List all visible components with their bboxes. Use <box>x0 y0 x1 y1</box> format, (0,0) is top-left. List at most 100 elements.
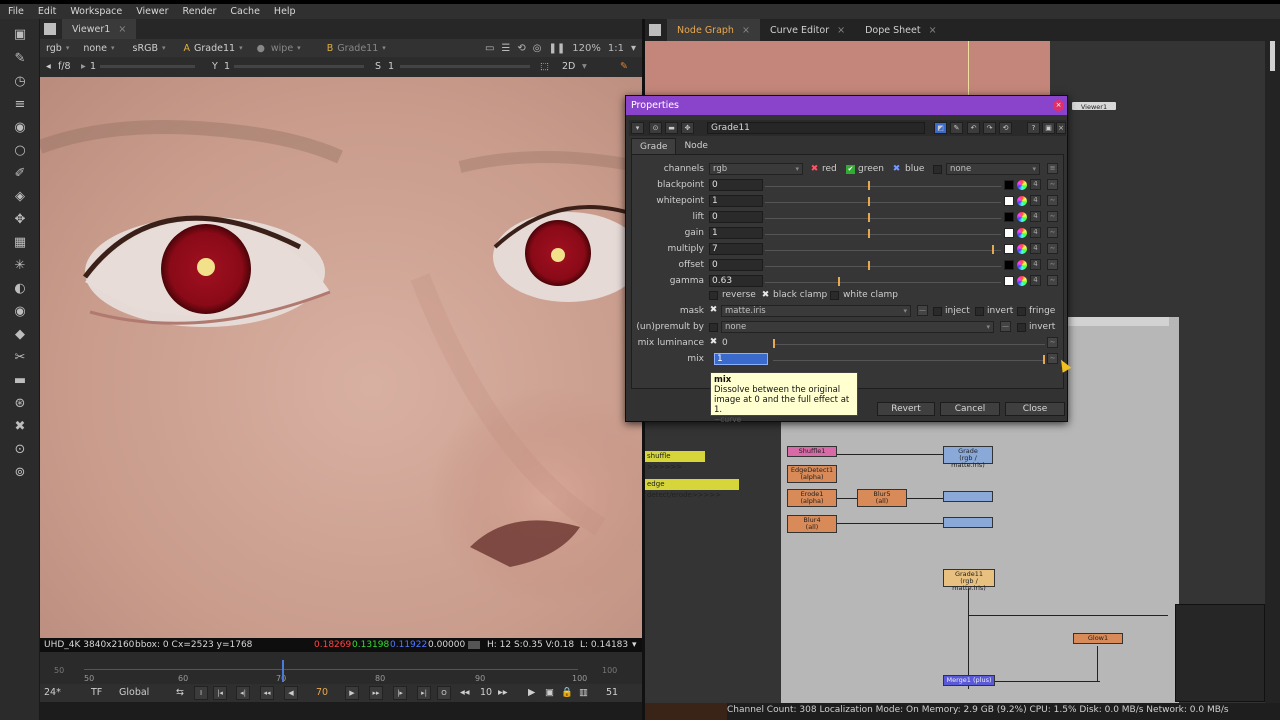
tab-dope-sheet[interactable]: Dope Sheet × <box>855 19 946 41</box>
slider-knob[interactable] <box>868 229 870 238</box>
cancel-button[interactable]: Cancel <box>940 402 1000 416</box>
prev-frame-icon[interactable]: ◂◂ <box>260 686 274 700</box>
unpremult-checkbox[interactable] <box>709 323 718 332</box>
shuffle1-node[interactable]: Shuffle1 <box>787 446 837 457</box>
step-forward-icon[interactable]: ▸▸ <box>498 687 508 698</box>
transform-tool-icon[interactable]: ✥ <box>12 212 28 228</box>
roi-icon[interactable]: ▭ <box>485 43 494 54</box>
knob-field[interactable]: 0 <box>709 259 763 271</box>
edge-sticky[interactable]: edge detect/erode>>>>> <box>645 479 739 499</box>
channels-select[interactable]: rgb ▾ <box>46 43 69 54</box>
menu-edit[interactable]: Edit <box>38 6 56 17</box>
tab-viewer1[interactable]: Viewer1 × <box>62 19 137 39</box>
step-back-icon[interactable]: ◂◂ <box>460 687 470 698</box>
menu-help[interactable]: Help <box>274 6 296 17</box>
color-wheel-icon[interactable] <box>1017 276 1027 286</box>
revert-button[interactable]: Revert <box>877 402 935 416</box>
merge1-node[interactable]: Merge1 (plus) <box>943 675 995 686</box>
saturation-field[interactable]: 1 <box>388 61 394 72</box>
color-wheel-icon[interactable] <box>1017 212 1027 222</box>
blue-checkbox[interactable]: ✖ <box>892 165 901 174</box>
knob-slider[interactable] <box>765 243 1001 255</box>
mix-luminance-value[interactable]: 0 <box>722 338 728 348</box>
close-icon[interactable]: × <box>742 25 750 36</box>
tf-select[interactable]: TF <box>91 687 102 698</box>
flipbook-icon[interactable]: ▶ <box>528 687 535 698</box>
blur4-node[interactable]: Blur4 (all) <box>787 515 837 533</box>
menu-cache[interactable]: Cache <box>230 6 260 17</box>
color-tool-icon[interactable]: ◉ <box>12 120 28 136</box>
close-icon[interactable]: × <box>929 25 937 36</box>
alpha-checkbox[interactable] <box>933 165 942 174</box>
color-swatch[interactable] <box>1004 212 1014 222</box>
edit-icon[interactable]: ✎ <box>950 122 963 134</box>
status-menu-icon[interactable]: ▾ <box>632 640 637 650</box>
knob-slider[interactable] <box>765 259 1001 271</box>
redo-icon[interactable]: ↷ <box>983 122 996 134</box>
animation-menu-icon[interactable]: ≡ <box>1047 163 1058 174</box>
paint-icon[interactable]: ✎ <box>620 61 628 72</box>
color-wheel-icon[interactable] <box>1017 196 1027 206</box>
backdrop-pink[interactable] <box>645 41 1050 97</box>
green-checkbox[interactable]: ✔ <box>846 165 855 174</box>
mix-field[interactable]: 1 <box>714 353 768 365</box>
mix-slider[interactable] <box>773 353 1045 365</box>
node-color-icon[interactable]: ◩ <box>934 122 947 134</box>
gain-field[interactable]: 1 <box>90 61 96 72</box>
channel-split-icon[interactable]: 4 <box>1030 259 1041 270</box>
slider-knob[interactable] <box>868 213 870 222</box>
color-wheel-icon[interactable] <box>1017 180 1027 190</box>
gain-slider[interactable] <box>100 65 195 68</box>
close-icon[interactable]: × <box>1056 122 1066 134</box>
knob-slider[interactable] <box>765 195 1001 207</box>
knob-field[interactable]: 0.63 <box>709 275 763 287</box>
undo-icon[interactable]: ↶ <box>967 122 980 134</box>
gamma-field[interactable]: 1 <box>224 61 230 72</box>
mix-luminance-checkbox[interactable]: ✖ <box>709 338 718 347</box>
channel-split-icon[interactable]: 4 <box>1030 243 1041 254</box>
mix-luminance-anim-icon[interactable]: ∼ <box>1047 337 1058 348</box>
timeline-track[interactable] <box>84 669 578 670</box>
channel-split-icon[interactable]: 4 <box>1030 195 1041 206</box>
float-icon[interactable]: ▣ <box>1042 122 1055 134</box>
color-swatch[interactable] <box>1004 228 1014 238</box>
color-swatch[interactable] <box>1004 196 1014 206</box>
timeline[interactable]: 50 50 60 70 80 90 100 100 <box>40 652 642 684</box>
range-select[interactable]: Global <box>119 687 149 698</box>
center-node-icon[interactable]: ⊙ <box>649 122 662 134</box>
grade11-node[interactable]: Grade11 (rgb / matte.iris) <box>943 569 995 592</box>
menu-file[interactable]: File <box>8 6 24 17</box>
cache-icon[interactable]: ▣ <box>545 687 554 698</box>
color-wheel-icon[interactable] <box>1017 228 1027 238</box>
grade-disabled-node-2[interactable] <box>943 517 993 528</box>
knob-slider[interactable] <box>765 211 1001 223</box>
fringe-checkbox[interactable] <box>1017 307 1026 316</box>
knob-anim-icon[interactable]: ∼ <box>1047 211 1058 222</box>
mask-checkbox[interactable]: ✖ <box>709 306 718 315</box>
tab-curve-editor[interactable]: Curve Editor × <box>760 19 855 41</box>
wipe-select[interactable]: ● wipe ▾ <box>257 43 301 54</box>
color-wheel-icon[interactable] <box>1017 244 1027 254</box>
zoom-select[interactable]: 120% <box>572 43 601 54</box>
sync-icon[interactable]: ⟲ <box>517 43 525 54</box>
other-tool-icon[interactable]: ▬ <box>12 373 28 389</box>
black-clamp-checkbox[interactable]: ✖ <box>761 291 770 300</box>
scripts-tool-icon[interactable]: ⊚ <box>12 465 28 481</box>
knob-anim-icon[interactable]: ∼ <box>1047 227 1058 238</box>
viewer1-node[interactable]: Viewer1 <box>1071 101 1117 111</box>
extra-channel-select[interactable]: none <box>946 163 1040 175</box>
knob-anim-icon[interactable]: ∼ <box>1047 259 1058 270</box>
furnace-tool-icon[interactable]: ⊛ <box>12 396 28 412</box>
scrollbar-handle[interactable] <box>1270 41 1275 71</box>
gizmo-tool-icon[interactable]: ✖ <box>12 419 28 435</box>
slider-knob[interactable] <box>838 277 840 286</box>
input-a-select[interactable]: A Grade11 ▾ <box>184 43 243 54</box>
mask-select[interactable]: matte.iris <box>721 305 911 317</box>
mix-luminance-slider[interactable] <box>773 337 1045 349</box>
properties-title-bar[interactable]: Properties × <box>626 96 1067 115</box>
toolsets-tool-icon[interactable]: ✂ <box>12 350 28 366</box>
close-icon[interactable]: × <box>1053 100 1064 111</box>
glow1-node[interactable]: Glow1 <box>1073 633 1123 644</box>
3d-tool-icon[interactable]: ▦ <box>12 235 28 251</box>
views-tool-icon[interactable]: ◉ <box>12 304 28 320</box>
